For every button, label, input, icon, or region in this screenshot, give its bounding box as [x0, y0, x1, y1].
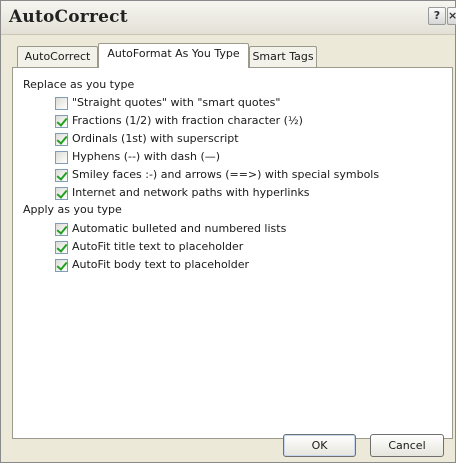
apply-as-you-type-heading: Apply as you type [23, 203, 122, 216]
close-icon: × [448, 9, 456, 22]
checkbox[interactable] [55, 151, 68, 164]
close-button[interactable]: × [447, 7, 456, 25]
checkbox[interactable] [55, 133, 68, 146]
dialog-title: AutoCorrect [9, 7, 128, 27]
title-bar[interactable]: AutoCorrect ? × [1, 1, 456, 35]
tab-autocorrect[interactable]: AutoCorrect [17, 46, 98, 67]
checkbox[interactable] [55, 187, 68, 200]
checkbox[interactable] [55, 169, 68, 182]
checkbox[interactable] [55, 259, 68, 272]
option-label: AutoFit body text to placeholder [72, 258, 250, 271]
checkbox[interactable] [55, 115, 68, 128]
replace-as-you-type-heading: Replace as you type [23, 78, 135, 91]
tab-smart-tags[interactable]: Smart Tags [249, 46, 317, 67]
checkbox[interactable] [55, 223, 68, 236]
checkbox[interactable] [55, 97, 68, 110]
autocorrect-dialog: AutoCorrect ? × AutoCorrect AutoFormat A… [0, 0, 456, 463]
option-label: Smiley faces :-) and arrows (==>) with s… [72, 168, 380, 181]
tab-autoformat-as-you-type[interactable]: AutoFormat As You Type [98, 43, 249, 68]
option-label: Fractions (1/2) with fraction character … [72, 114, 303, 127]
option-label: "Straight quotes" with "smart quotes" [72, 96, 281, 109]
cancel-button[interactable]: Cancel [370, 434, 444, 457]
ok-button[interactable]: OK [283, 434, 356, 457]
help-button[interactable]: ? [428, 7, 446, 25]
option-label: Hyphens (--) with dash (—) [72, 150, 221, 163]
option-label: Internet and network paths with hyperlin… [72, 186, 310, 199]
option-label: AutoFit title text to placeholder [72, 240, 244, 253]
option-label: Automatic bulleted and numbered lists [72, 222, 287, 235]
help-icon: ? [433, 9, 441, 22]
option-label: Ordinals (1st) with superscript [72, 132, 239, 145]
checkbox[interactable] [55, 241, 68, 254]
